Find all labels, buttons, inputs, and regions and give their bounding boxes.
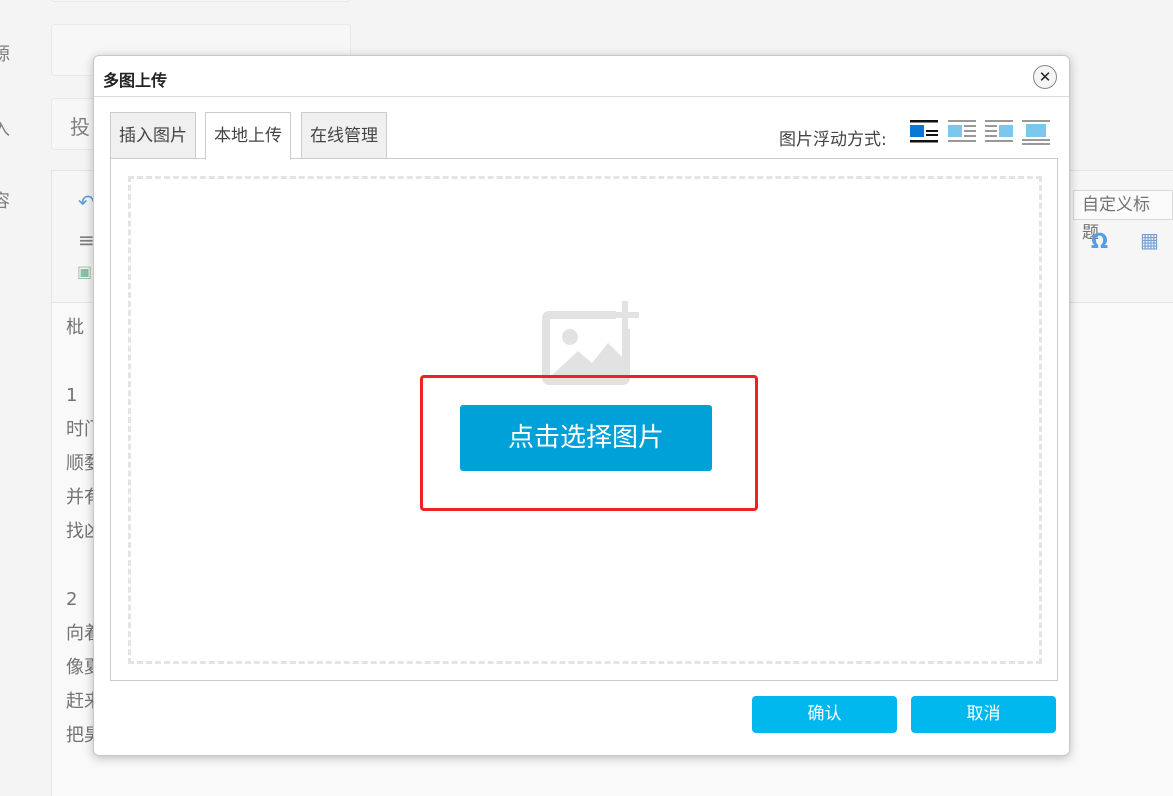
dialog-title: 多图上传 bbox=[103, 71, 168, 90]
close-circle-icon: ✕ bbox=[1038, 68, 1052, 86]
cancel-button[interactable]: 取消 bbox=[911, 696, 1056, 733]
local-upload-panel: 点击选择图片 bbox=[110, 158, 1058, 681]
multi-image-upload-dialog: 多图上传 ✕ 插入图片 本地上传 在线管理 图片浮动方式: 点击选择图片 确认 … bbox=[93, 55, 1070, 756]
float-left-icon[interactable] bbox=[947, 119, 977, 145]
float-mode-label: 图片浮动方式: bbox=[779, 130, 887, 150]
tab-label: 本地上传 bbox=[214, 126, 282, 146]
upload-drop-zone[interactable]: 点击选择图片 bbox=[128, 176, 1042, 664]
tab-online-manage[interactable]: 在线管理 bbox=[301, 112, 387, 159]
dialog-header: 多图上传 ✕ bbox=[94, 56, 1069, 97]
tab-local-upload[interactable]: 本地上传 bbox=[205, 112, 291, 160]
tab-label: 在线管理 bbox=[310, 126, 378, 146]
confirm-button[interactable]: 确认 bbox=[752, 696, 897, 733]
image-add-icon bbox=[542, 299, 639, 385]
float-right-icon[interactable] bbox=[984, 119, 1014, 145]
float-center-icon[interactable] bbox=[1021, 119, 1051, 145]
tab-label: 插入图片 bbox=[119, 126, 187, 146]
float-none-icon[interactable] bbox=[909, 119, 939, 145]
select-image-button[interactable]: 点击选择图片 bbox=[460, 405, 712, 471]
tab-insert-image[interactable]: 插入图片 bbox=[110, 112, 196, 159]
close-button[interactable]: ✕ bbox=[1033, 65, 1057, 89]
